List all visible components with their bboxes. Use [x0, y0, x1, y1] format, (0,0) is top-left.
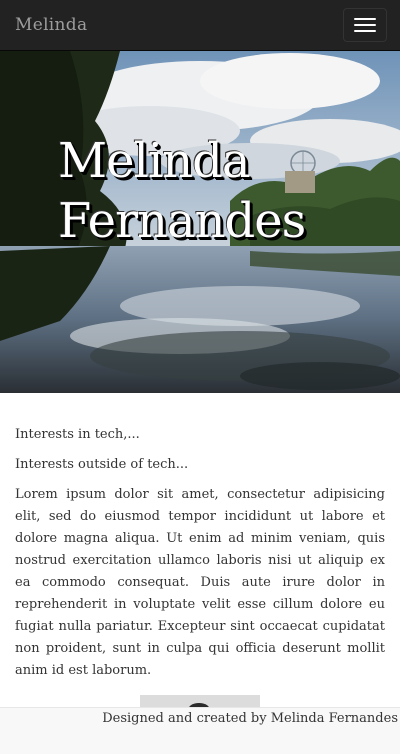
footer: Designed and created by Melinda Fernande… [0, 707, 400, 754]
hero-banner: Melinda Fernandes [0, 51, 400, 393]
navbar-toggle-button[interactable] [343, 8, 387, 42]
hamburger-menu-icon [354, 24, 376, 26]
hero-title-line2: Fernandes [58, 193, 306, 249]
hamburger-menu-icon [354, 30, 376, 32]
interests-outside-tech-text: Interests outside of tech... [15, 457, 189, 472]
interests-tech-text: Interests in tech,... [15, 427, 140, 442]
navbar: Melinda [0, 0, 400, 51]
hero-title: Melinda Fernandes [58, 131, 378, 251]
hamburger-menu-icon [354, 18, 376, 20]
footer-credit-text: Designed and created by Melinda Fernande… [102, 711, 398, 726]
brand-link[interactable]: Melinda [15, 15, 87, 35]
lorem-paragraph: Lorem ipsum dolor sit amet, consectetur … [15, 487, 385, 678]
hero-title-line1: Melinda [58, 133, 251, 189]
main-content: Interests in tech,... Interests outside … [15, 424, 385, 690]
